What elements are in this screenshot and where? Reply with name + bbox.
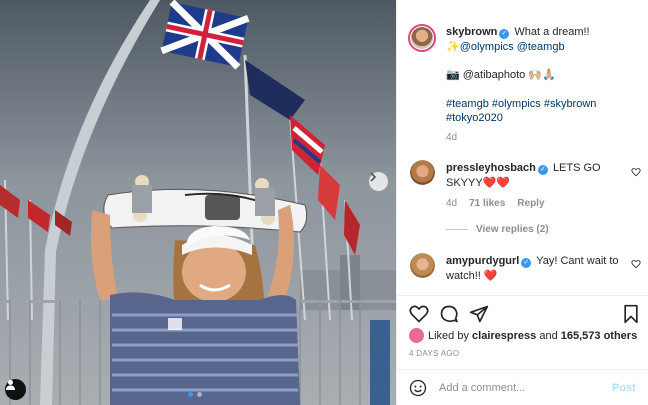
- caption-mentions[interactable]: ✨@olympics @teamgb: [446, 41, 565, 53]
- author-username[interactable]: skybrown: [446, 26, 497, 38]
- tagged-users-button[interactable]: [5, 379, 26, 400]
- carousel-indicator: [188, 392, 202, 397]
- verified-badge-icon: ✓: [521, 258, 532, 268]
- caption-text: What a dream!!: [514, 26, 590, 38]
- add-comment-bar: Post: [397, 369, 648, 405]
- carousel-dot-active: [188, 392, 193, 397]
- comment-age: 4d: [446, 198, 458, 209]
- post-caption: skybrown ✓ What a dream!! ✨@olympics @tea…: [446, 25, 636, 145]
- caption-hashtags-2[interactable]: #tokyo2020: [446, 112, 503, 124]
- verified-badge-icon: ✓: [499, 29, 510, 39]
- comments-scroll-area[interactable]: skybrown ✓ What a dream!! ✨@olympics @tea…: [397, 0, 648, 295]
- view-replies-button[interactable]: View replies (2): [446, 224, 549, 235]
- photo-scene: [0, 0, 396, 405]
- heart-icon[interactable]: [409, 304, 429, 324]
- person-tag-icon: [6, 380, 15, 390]
- comment-input[interactable]: [439, 381, 604, 394]
- comment-avatar[interactable]: [410, 253, 435, 278]
- liked-by-username[interactable]: clairespress: [472, 330, 536, 342]
- carousel-dot: [197, 392, 202, 397]
- bookmark-icon[interactable]: [621, 304, 641, 324]
- comment-avatar[interactable]: [410, 160, 435, 185]
- chevron-right-icon: [370, 172, 377, 182]
- caption-age[interactable]: 4d: [446, 132, 457, 143]
- smiley-icon[interactable]: [409, 379, 427, 397]
- author-avatar[interactable]: [408, 24, 436, 52]
- view-replies-label: View replies (2): [476, 224, 549, 235]
- comment-icon[interactable]: [439, 304, 459, 324]
- comment-item: amypurdygurl ✓ Yay! Cant wait to watch!! …: [446, 254, 636, 283]
- verified-badge-icon: ✓: [537, 165, 548, 175]
- post-comment-button[interactable]: Post: [612, 382, 636, 394]
- paper-plane-icon[interactable]: [469, 304, 489, 324]
- replies-divider-line: [446, 229, 468, 230]
- post-photo[interactable]: [0, 0, 396, 405]
- comment-username[interactable]: amypurdygurl: [446, 255, 519, 267]
- caption-hashtags[interactable]: #teamgb #olympics #skybrown: [446, 98, 596, 110]
- likes-summary: Liked by clairespress and 165,573 others: [409, 328, 637, 343]
- likes-prefix: Liked by: [428, 329, 469, 342]
- post-sidebar: skybrown ✓ What a dream!! ✨@olympics @tea…: [396, 0, 648, 405]
- comment-likes-count[interactable]: 71 likes: [469, 198, 505, 209]
- comment-username[interactable]: pressleyhosbach: [446, 162, 536, 174]
- post-action-bar: [397, 295, 648, 324]
- comment-meta: 4d 71 likes Reply: [446, 198, 545, 209]
- post-timestamp[interactable]: 4 DAYS AGO: [409, 349, 459, 358]
- caption-photo-credit[interactable]: 📷 @atibaphoto 🙌🏼🙏🏼: [446, 69, 556, 81]
- comment-like-heart-icon[interactable]: [631, 259, 641, 269]
- comment-item: pressleyhosbach ✓ LETS GO SKYYY❤️❤️: [446, 161, 636, 190]
- likes-and: and: [539, 329, 558, 342]
- likes-count[interactable]: 165,573 others: [561, 330, 637, 342]
- comment-like-heart-icon[interactable]: [631, 167, 641, 177]
- comment-reply-button[interactable]: Reply: [517, 198, 544, 209]
- next-photo-button[interactable]: [369, 172, 388, 191]
- liked-by-avatar[interactable]: [409, 328, 424, 343]
